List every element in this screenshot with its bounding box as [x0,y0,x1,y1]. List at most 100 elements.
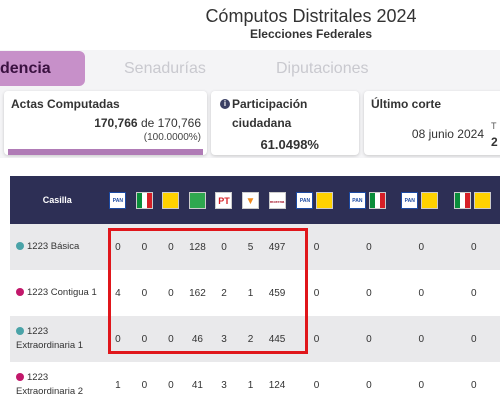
actas-label: Actas Computadas [11,97,120,111]
coalition-pan-pri-prd-icon: PAN [296,191,336,209]
coalition-pan-pri-icon: PAN [348,191,389,209]
vote-cell: 0 [313,241,320,253]
vote-cell: 0 [418,333,425,345]
vote-cell: 46 [191,333,203,345]
coalition-pan-prd-icon: PAN [401,191,441,209]
vote-cell: 0 [418,379,425,391]
actas-percent: (100.0000%) [143,132,201,143]
vote-cell: 0 [168,333,174,345]
table-row[interactable]: 1223 Básica 0 0 0 128 0 5 497 0 0 0 0 [10,224,500,270]
vote-cell: 0 [141,379,148,391]
results-table: Casilla PAN PT ▼ morena PAN PAN PAN 1223… [10,176,500,402]
casilla-label: 1223 Extraordinaria 2 [16,372,84,397]
vote-cell: 0 [115,333,121,345]
ultimo-corte-extra-value: 2 [491,135,498,149]
casilla-label: 1223 Extraordinaria 1 [16,326,84,351]
casilla-cell[interactable]: 1223 Contigua 1 [10,270,105,316]
vote-cell: 0 [168,379,174,391]
vote-cell: 0 [168,287,174,299]
participacion-card: i Participación ciudadana 61.0498% [211,91,359,155]
header-casilla[interactable]: Casilla [10,176,105,224]
vote-cell: 0 [313,379,320,391]
vote-cell: 0 [141,333,148,345]
casilla-dot-icon [16,373,24,382]
participacion-label: Participación ciudadana [232,97,308,130]
page-title: Cómputos Distritales 2024 [205,6,417,26]
pan-logo-icon: PAN [348,191,366,209]
vote-cell: 0 [366,241,372,253]
casilla-cell[interactable]: 1223 Extraordinaria 1 [10,316,105,362]
page-subtitle: Elecciones Federales [249,27,373,41]
morena-logo-icon: morena [268,191,286,209]
page: Cómputos Distritales 2024 Elecciones Fed… [0,0,500,402]
mc-logo-icon: ▼ [237,176,264,224]
coalition-pan-pri-prd-icon: PAN [290,176,342,224]
pt-logo-icon: PT [215,191,233,209]
casilla-label: 1223 Básica [27,241,80,252]
actas-card: Actas Computadas 170,766 de 170,766 (100… [4,91,207,155]
vote-cell: 0 [141,241,148,253]
table-row[interactable]: 1223 Contigua 1 4 0 0 162 2 1 459 0 0 0 0 [10,270,500,316]
casilla-dot-icon [16,327,24,336]
vote-cell: 0 [313,287,320,299]
table-row[interactable]: 1223 Extraordinaria 2 1 0 0 41 3 1 124 0 0 0 0 [10,362,500,402]
table-body: 1223 Básica 0 0 0 128 0 5 497 0 0 0 0 1223 Contigua … [10,224,500,402]
coalition-pri-prd-icon [447,176,500,224]
tab-presidencia[interactable]: dencia [0,51,85,86]
casilla-label: 1223 Contigua 1 [27,287,97,298]
vote-cell: 1 [115,379,121,391]
actas-total: de 170,766 [140,116,201,130]
vote-cell: 162 [189,287,206,299]
pan-logo-icon: PAN [109,191,127,209]
vote-cell: 0 [168,241,174,253]
actas-computed: 170,766 [94,116,138,130]
prd-logo-icon [158,176,185,224]
header: Cómputos Distritales 2024 Elecciones Fed… [0,0,500,50]
coalition-pri-prd-icon [453,191,494,209]
participacion-value: 61.0498% [260,137,319,152]
info-icon[interactable]: i [220,99,230,109]
prd-logo-icon [316,191,334,209]
pri-logo-icon [453,191,471,209]
pan-logo-icon: PAN [401,191,419,209]
vote-cell: 0 [418,287,425,299]
vote-cell: 459 [268,287,286,299]
vote-cell: 0 [470,379,477,391]
vote-cell: 1 [247,287,254,299]
vote-cell: 5 [247,241,254,253]
tab-bar: dencia Senadurías Diputaciones [0,50,500,88]
vote-cell: 0 [366,287,372,299]
pri-logo-icon [368,191,386,209]
casilla-dot-icon [16,288,24,297]
prd-logo-icon [421,191,439,209]
vote-cell: 124 [268,379,286,391]
coalition-pan-prd-icon: PAN [395,176,447,224]
ultimo-corte-date: 08 junio 2024 [411,127,484,141]
vote-cell: 0 [313,333,320,345]
casilla-dot-icon [16,242,24,251]
vote-cell: 0 [418,241,425,253]
vote-cell: 0 [366,333,372,345]
morena-logo-icon: morena [264,176,291,224]
vote-cell: 0 [470,241,477,253]
tab-diputaciones[interactable]: Diputaciones [276,60,369,78]
ultimo-corte-label: Último corte [371,97,442,111]
summary-cards: Actas Computadas 170,766 de 170,766 (100… [0,88,500,158]
prd-logo-icon [162,191,180,209]
pri-logo-icon [135,191,153,209]
vote-cell: 445 [268,333,286,345]
tab-senadurias[interactable]: Senadurías [124,60,206,78]
casilla-cell[interactable]: 1223 Extraordinaria 2 [10,362,105,402]
table-row[interactable]: 1223 Extraordinaria 1 0 0 0 46 3 2 445 0 0 0 0 [10,316,500,362]
vote-cell: 2 [221,287,227,299]
vote-cell: 0 [470,333,477,345]
vote-cell: 41 [191,379,203,391]
casilla-cell[interactable]: 1223 Básica [10,224,105,270]
ultimo-corte-card: Último corte 08 junio 2024 T 2 [364,91,500,155]
table-header-row: Casilla PAN PT ▼ morena PAN PAN PAN [10,176,500,224]
vote-cell: 0 [470,287,477,299]
vote-cell: 2 [247,333,254,345]
actas-value: 170,766 de 170,766 [94,116,201,130]
vote-cell: 0 [141,287,148,299]
pan-logo-icon: PAN [296,191,314,209]
